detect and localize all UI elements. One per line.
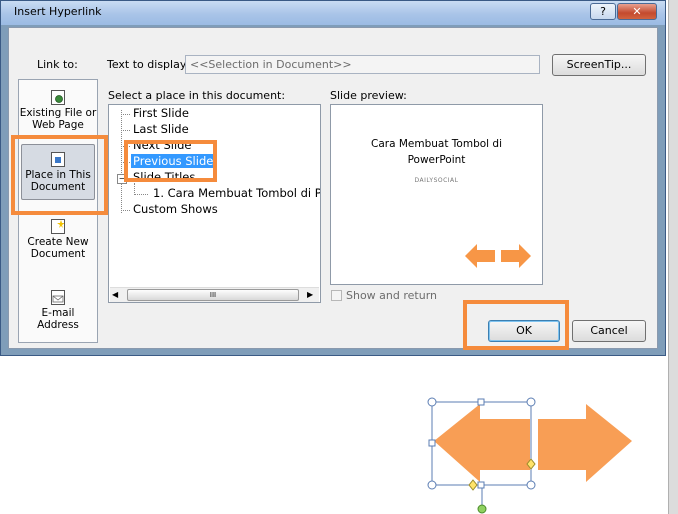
preview-subtitle: DAILYSOCIAL — [414, 177, 459, 184]
dialog-title: Insert Hyperlink — [14, 5, 102, 18]
double-arrow-icon — [465, 244, 531, 268]
resize-handle — [428, 439, 436, 447]
text-to-display-label: Text to display: — [107, 58, 190, 71]
text-to-display-field[interactable]: <<Selection in Document>> — [185, 55, 540, 74]
link-to-label: Link to: — [37, 58, 78, 71]
scroll-thumb[interactable]: III — [127, 289, 299, 301]
resize-handle — [477, 398, 485, 406]
resize-handle — [427, 480, 437, 490]
sidebar-item-label: Document — [30, 248, 86, 260]
preview-title-line: PowerPoint — [407, 154, 466, 166]
preview-title-line: Cara Membuat Tombol di — [370, 138, 503, 150]
email-icon — [51, 290, 65, 305]
resize-handle — [526, 397, 536, 407]
scroll-right-icon[interactable]: ▶ — [307, 290, 313, 299]
arrow-right-shape — [538, 404, 632, 482]
show-and-return-label: Show and return — [346, 289, 438, 302]
scroll-left-icon[interactable]: ◀ — [112, 290, 118, 299]
slide-preview: Cara Membuat Tombol di PowerPoint DAILYS… — [330, 104, 543, 285]
slide-preview-label: Slide preview: — [330, 89, 407, 102]
screentip-button[interactable]: ScreenTip... — [552, 54, 646, 76]
sidebar-item-email-address[interactable]: E-mail Address — [19, 290, 97, 331]
rotate-handle — [477, 504, 487, 514]
cancel-button[interactable]: Cancel — [572, 320, 646, 342]
tree-item-first-slide[interactable]: First Slide — [133, 106, 189, 120]
globe-document-icon — [51, 90, 65, 105]
double-arrow-shape[interactable] — [420, 390, 642, 514]
help-button[interactable]: ? — [590, 3, 616, 20]
select-place-label: Select a place in this document: — [108, 89, 286, 102]
tree-horizontal-scrollbar[interactable]: ◀ III ▶ — [110, 287, 319, 302]
tree-item-slide-1[interactable]: 1. Cara Membuat Tombol di Po — [153, 186, 320, 200]
preview-title: Cara Membuat Tombol di PowerPoint — [331, 136, 542, 168]
window-edge — [668, 0, 678, 514]
close-button[interactable]: ✕ — [617, 3, 657, 20]
resize-handle — [477, 481, 485, 489]
sidebar-item-label: Web Page — [32, 119, 84, 131]
resize-handle — [427, 397, 437, 407]
show-and-return-checkbox[interactable] — [331, 290, 342, 301]
resize-handle — [526, 480, 536, 490]
sidebar-item-create-new[interactable]: Create New Document — [19, 219, 97, 260]
sidebar-item-label: Existing File or — [19, 107, 97, 119]
sidebar-item-label: E-mail Address — [37, 307, 79, 331]
highlight-box-ok — [463, 300, 569, 350]
tree-item-custom-shows[interactable]: Custom Shows — [133, 202, 218, 216]
highlight-box-place-in-document — [11, 135, 108, 215]
adjust-handle — [468, 479, 478, 491]
new-document-icon — [51, 219, 65, 234]
place-tree[interactable]: − First Slide Last Slide Next Slide Prev… — [108, 104, 321, 303]
tree-item-last-slide[interactable]: Last Slide — [133, 122, 189, 136]
sidebar-item-label: Create New — [27, 236, 89, 248]
highlight-box-previous-slide — [124, 140, 217, 182]
arrow-left-shape — [434, 404, 530, 482]
sidebar-item-existing-file[interactable]: Existing File or Web Page — [19, 90, 97, 131]
